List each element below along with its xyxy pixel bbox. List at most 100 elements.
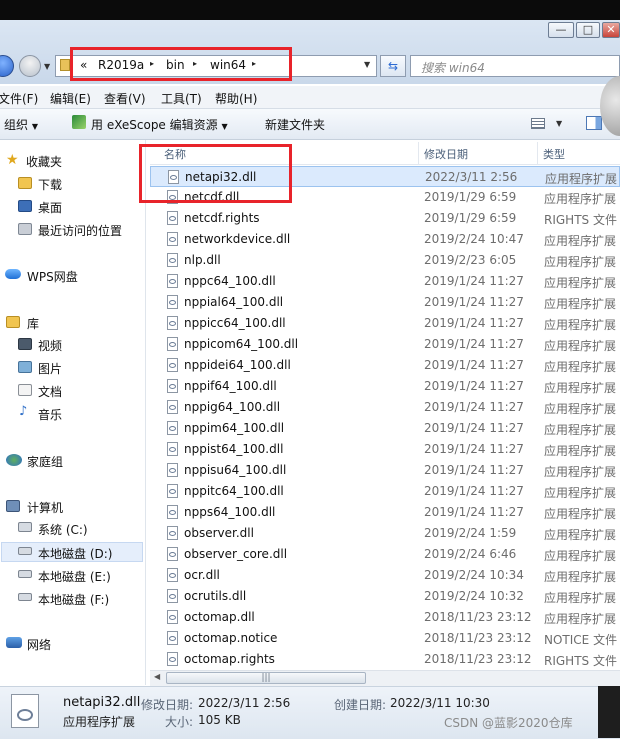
menu-view[interactable]: 查看(V): [104, 90, 146, 107]
drive-icon: [18, 593, 32, 601]
nav-drive-e[interactable]: 本地磁盘 (E:): [38, 568, 111, 585]
file-type: 应用程序扩展: [544, 318, 617, 332]
organize-button[interactable]: 组织 ▼: [4, 116, 38, 133]
file-row[interactable]: ocr.dll 2019/2/24 10:34 应用程序扩展: [150, 565, 620, 586]
address-dropdown-icon[interactable]: ▼: [364, 60, 370, 69]
refresh-button[interactable]: ⇆: [380, 55, 406, 77]
file-type: 应用程序扩展: [544, 234, 617, 248]
file-date: 2019/1/24 11:27: [424, 379, 524, 393]
nav-downloads[interactable]: 下载: [38, 176, 62, 193]
file-date: 2019/2/24 10:32: [424, 589, 524, 603]
preview-pane-icon[interactable]: [586, 116, 602, 130]
nav-favorites[interactable]: 收藏夹: [26, 153, 62, 170]
file-icon: [167, 589, 178, 603]
file-row[interactable]: nppim64_100.dll 2019/1/24 11:27 应用程序扩展: [150, 418, 620, 439]
new-folder-button[interactable]: 新建文件夹: [265, 116, 325, 133]
file-icon: [167, 631, 178, 645]
wps-cloud-icon: [5, 269, 21, 279]
nav-drive-d[interactable]: 本地磁盘 (D:): [38, 545, 112, 562]
overlay-dark-block: [598, 686, 620, 738]
file-type: 应用程序扩展: [544, 465, 617, 479]
file-type: 应用程序扩展: [544, 423, 617, 437]
file-name: observer.dll: [184, 526, 254, 540]
nav-wps-cloud[interactable]: WPS网盘: [27, 268, 78, 285]
forward-button[interactable]: [19, 55, 41, 77]
column-divider[interactable]: [418, 142, 419, 164]
nav-documents[interactable]: 文档: [38, 383, 62, 400]
file-icon: [167, 253, 178, 267]
close-button[interactable]: ✕: [602, 22, 620, 38]
file-row[interactable]: netcdf.rights 2019/1/29 6:59 RIGHTS 文件: [150, 208, 620, 229]
menu-tools[interactable]: 工具(T): [161, 90, 202, 107]
search-input[interactable]: 搜索 win64: [410, 55, 620, 77]
column-divider[interactable]: [537, 142, 538, 164]
file-date: 2019/1/24 11:27: [424, 400, 524, 414]
nav-homegroup[interactable]: 家庭组: [27, 453, 63, 470]
menu-help[interactable]: 帮助(H): [215, 90, 257, 107]
file-icon: [167, 274, 178, 288]
file-name: ocr.dll: [184, 568, 220, 582]
column-header-date[interactable]: 修改日期: [424, 146, 468, 162]
file-row[interactable]: octomap.notice 2018/11/23 23:12 NOTICE 文件: [150, 628, 620, 649]
file-row[interactable]: octomap.dll 2018/11/23 23:12 应用程序扩展: [150, 607, 620, 628]
download-folder-icon: [18, 177, 32, 189]
file-date: 2019/1/24 11:27: [424, 463, 524, 477]
file-date: 2019/1/24 11:27: [424, 274, 524, 288]
file-row[interactable]: nppidei64_100.dll 2019/1/24 11:27 应用程序扩展: [150, 355, 620, 376]
file-date: 2019/1/24 11:27: [424, 484, 524, 498]
nav-recent-places[interactable]: 最近访问的位置: [38, 222, 122, 239]
scroll-left-icon[interactable]: ◀: [154, 672, 160, 681]
file-row[interactable]: nppisu64_100.dll 2019/1/24 11:27 应用程序扩展: [150, 460, 620, 481]
file-row[interactable]: observer_core.dll 2019/2/24 6:46 应用程序扩展: [150, 544, 620, 565]
file-row[interactable]: observer.dll 2019/2/24 1:59 应用程序扩展: [150, 523, 620, 544]
file-name: nppim64_100.dll: [184, 421, 285, 435]
nav-videos[interactable]: 视频: [38, 337, 62, 354]
menu-file[interactable]: 文件(F): [0, 90, 38, 107]
nav-network[interactable]: 网络: [27, 636, 51, 653]
file-type: 应用程序扩展: [544, 297, 617, 311]
view-dropdown-icon[interactable]: ▼: [556, 119, 562, 128]
nav-pictures[interactable]: 图片: [38, 360, 62, 377]
file-name: nppc64_100.dll: [184, 274, 276, 288]
file-row[interactable]: nppc64_100.dll 2019/1/24 11:27 应用程序扩展: [150, 271, 620, 292]
file-row[interactable]: nppicom64_100.dll 2019/1/24 11:27 应用程序扩展: [150, 334, 620, 355]
nav-computer[interactable]: 计算机: [27, 499, 63, 516]
recent-pages-dropdown-icon[interactable]: ▼: [44, 62, 50, 71]
file-row[interactable]: networkdevice.dll 2019/2/24 10:47 应用程序扩展: [150, 229, 620, 250]
file-name: nppidei64_100.dll: [184, 358, 291, 372]
file-row[interactable]: nppicc64_100.dll 2019/1/24 11:27 应用程序扩展: [150, 313, 620, 334]
file-type: 应用程序扩展: [544, 339, 617, 353]
nav-drive-f[interactable]: 本地磁盘 (F:): [38, 591, 109, 608]
file-row[interactable]: ocrutils.dll 2019/2/24 10:32 应用程序扩展: [150, 586, 620, 607]
scrollbar-thumb[interactable]: |||: [166, 672, 366, 684]
menu-edit[interactable]: 编辑(E): [50, 90, 91, 107]
details-filetype: 应用程序扩展: [63, 715, 136, 729]
column-header-type[interactable]: 类型: [543, 146, 565, 162]
file-row[interactable]: nppitc64_100.dll 2019/1/24 11:27 应用程序扩展: [150, 481, 620, 502]
minimize-button[interactable]: —: [548, 22, 574, 38]
file-icon: [167, 547, 178, 561]
file-type: RIGHTS 文件: [544, 654, 617, 668]
file-type: 应用程序扩展: [544, 570, 617, 584]
nav-libraries[interactable]: 库: [27, 315, 39, 332]
file-row[interactable]: npps64_100.dll 2019/1/24 11:27 应用程序扩展: [150, 502, 620, 523]
details-created-label: 创建日期:: [334, 698, 387, 712]
file-row[interactable]: nppial64_100.dll 2019/1/24 11:27 应用程序扩展: [150, 292, 620, 313]
exescope-button[interactable]: 用 eXeScope 编辑资源 ▼: [91, 116, 228, 133]
maximize-button[interactable]: □: [576, 22, 600, 38]
nav-music[interactable]: 音乐: [38, 406, 62, 423]
file-row[interactable]: nlp.dll 2019/2/23 6:05 应用程序扩展: [150, 250, 620, 271]
pictures-icon: [18, 361, 32, 373]
file-type: 应用程序扩展: [544, 612, 617, 626]
nav-drive-c[interactable]: 系统 (C:): [38, 521, 88, 538]
file-icon: [167, 358, 178, 372]
view-icon[interactable]: [531, 118, 545, 129]
file-row[interactable]: octomap.rights 2018/11/23 23:12 RIGHTS 文件: [150, 649, 620, 670]
file-row[interactable]: nppig64_100.dll 2019/1/24 11:27 应用程序扩展: [150, 397, 620, 418]
file-row[interactable]: nppist64_100.dll 2019/1/24 11:27 应用程序扩展: [150, 439, 620, 460]
nav-desktop[interactable]: 桌面: [38, 199, 62, 216]
file-date: 2019/1/24 11:27: [424, 337, 524, 351]
menu-bar: [0, 86, 620, 109]
file-row[interactable]: nppif64_100.dll 2019/1/24 11:27 应用程序扩展: [150, 376, 620, 397]
file-icon: [167, 379, 178, 393]
